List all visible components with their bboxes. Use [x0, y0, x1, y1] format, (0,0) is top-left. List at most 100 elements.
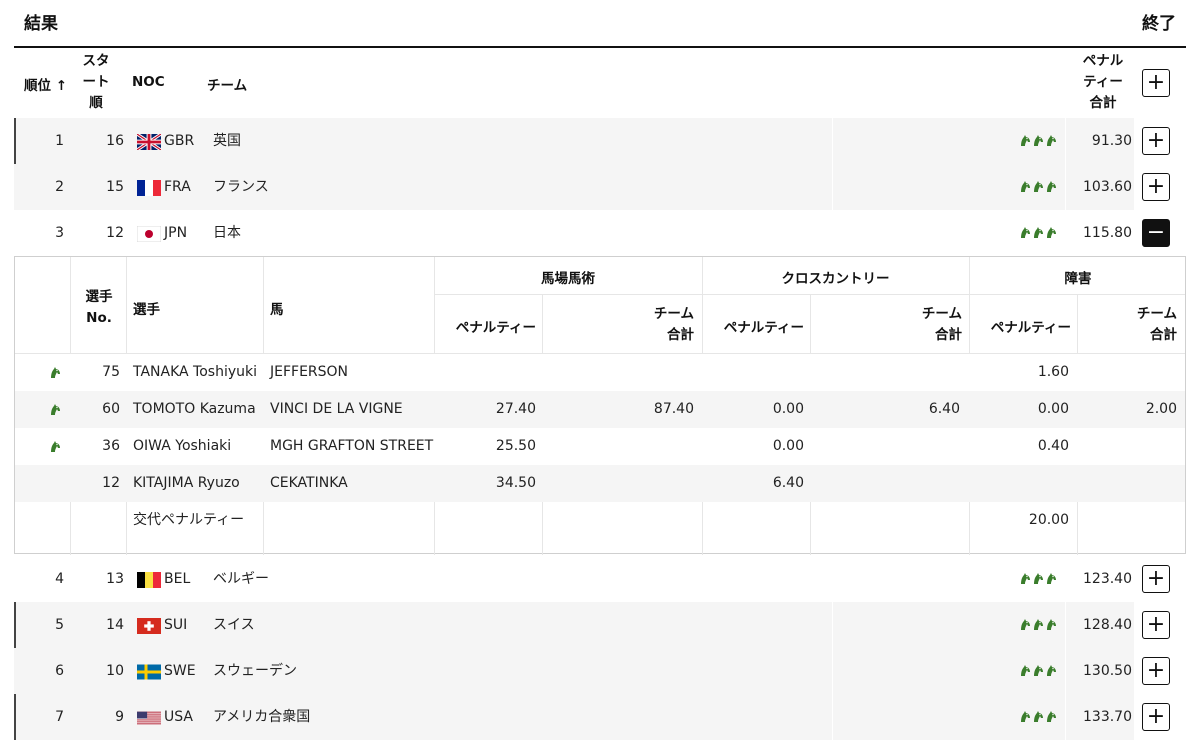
athlete-xc-tot-cell	[810, 428, 960, 465]
athlete-horse-cell: CEKATINKA	[270, 475, 348, 491]
table-header: 順位 ↑ スタ ート順 NOC チーム ペナル ティー 合計 +	[14, 48, 1186, 118]
athlete-dr-pen-cell: 27.40	[495, 401, 536, 417]
horse-icon	[1034, 711, 1043, 722]
horse-icon	[1021, 573, 1030, 584]
expand-button[interactable]: +	[1142, 127, 1170, 155]
noc-cell: FRA	[164, 179, 191, 195]
athlete-xc-pen-cell	[702, 354, 804, 391]
penalty-total-cell: 128.40	[1083, 617, 1132, 633]
team-name-cell: スウェーデン	[213, 663, 297, 679]
counting-horses	[1019, 664, 1057, 678]
athlete-sj-tot-cell	[1077, 428, 1177, 465]
team-name-cell: アメリカ合衆国	[213, 709, 311, 725]
horse-icon	[1034, 181, 1043, 192]
horse-icon	[1021, 665, 1030, 676]
horse-icon	[51, 404, 60, 415]
rank-cell: 3	[55, 225, 64, 241]
athlete-xc-pen-cell: 6.40	[772, 475, 804, 491]
noc-cell: USA	[164, 709, 193, 725]
team-row[interactable]: 2 15 FRA フランス 103.60 +	[14, 164, 1186, 210]
athlete-xc-tot-cell	[810, 465, 960, 502]
athlete-sj-tot-cell	[1077, 465, 1177, 502]
detail-header-dressage-penalty: ペナルティー	[455, 320, 536, 336]
athlete-no-cell: 75	[102, 364, 120, 380]
counting-horses	[1019, 710, 1057, 724]
team-row[interactable]: 3 12 JPN 日本 115.80−	[14, 210, 1186, 256]
substitution-penalty-label: 交代ペナルティー	[133, 512, 245, 528]
counting-horses	[1019, 180, 1057, 194]
column-header-penalty-total: ペナル ティー 合計	[1082, 53, 1124, 111]
athlete-xc-tot-cell: 6.40	[928, 401, 960, 417]
horse-icon	[1021, 135, 1030, 146]
rank-cell: 7	[55, 709, 64, 725]
horse-icon	[1021, 619, 1030, 630]
team-row[interactable]: 1 16 GBR 英国 91.30 +	[14, 118, 1186, 164]
team-name-cell: 日本	[213, 225, 241, 241]
start-order-cell: 15	[106, 179, 124, 195]
noc-cell: BEL	[164, 571, 191, 587]
team-row[interactable]: 6 10 SWE スウェーデン 130.50 +	[14, 648, 1186, 694]
athlete-sj-pen-cell	[969, 465, 1069, 502]
athlete-no-cell: 60	[102, 401, 120, 417]
flag-icon	[137, 180, 161, 196]
team-row[interactable]: 4 13 BEL ベルギー 123.40 +	[14, 556, 1186, 602]
detail-header-dressage-total: チーム 合計	[653, 306, 694, 343]
flag-icon	[137, 572, 161, 588]
flag-icon	[137, 664, 161, 680]
expand-button[interactable]: +	[1142, 173, 1170, 201]
horse-icon	[1021, 711, 1030, 722]
horse-icon	[1047, 573, 1056, 584]
status-label: 終了	[1142, 14, 1176, 34]
penalty-total-cell: 91.30	[1091, 133, 1132, 149]
horse-icon	[51, 367, 60, 378]
horse-icon	[1047, 665, 1056, 676]
results-header: 結果 終了	[0, 0, 1200, 46]
start-order-cell: 9	[115, 709, 124, 725]
athlete-horse-cell: VINCI DE LA VIGNE	[270, 401, 403, 417]
detail-header-dressage: 馬場馬術	[541, 271, 595, 287]
noc-cell: JPN	[164, 225, 188, 241]
flag-icon	[137, 710, 161, 726]
detail-header-jumping-total: チーム 合計	[1136, 306, 1177, 343]
athlete-name-cell: TOMOTO Kazuma	[133, 401, 256, 417]
horse-icon	[51, 441, 60, 452]
start-order-cell: 13	[106, 571, 124, 587]
expand-all-button[interactable]: +	[1142, 69, 1170, 97]
counted-horse-marker	[49, 403, 61, 420]
penalty-total-cell: 115.80	[1083, 225, 1132, 241]
athlete-dr-pen-cell: 34.50	[495, 475, 536, 491]
horse-icon	[1034, 227, 1043, 238]
detail-header-jumping: 障害	[1064, 271, 1092, 287]
rank-cell: 4	[55, 571, 64, 587]
athlete-dr-pen-cell: 25.50	[495, 438, 536, 454]
team-name-cell: フランス	[213, 179, 269, 195]
team-row[interactable]: 7 9 USA アメリカ合衆国 133.70 +	[14, 694, 1186, 740]
counting-horses	[1019, 572, 1057, 586]
expand-button[interactable]: +	[1142, 657, 1170, 685]
athlete-dr-tot-cell: 87.40	[653, 401, 694, 417]
horse-icon	[1021, 227, 1030, 238]
flag-icon	[137, 618, 161, 634]
collapse-button[interactable]: −	[1142, 219, 1170, 247]
detail-header-cross-country: クロスカントリー	[781, 271, 890, 287]
noc-cell: SWE	[164, 663, 196, 679]
rank-cell: 1	[55, 133, 64, 149]
column-header-rank[interactable]: 順位 ↑	[24, 74, 67, 94]
expand-button[interactable]: +	[1142, 703, 1170, 731]
start-order-cell: 12	[106, 225, 124, 241]
detail-header-jumping-penalty: ペナルティー	[990, 320, 1071, 336]
athlete-dr-pen-cell	[434, 354, 536, 391]
athlete-name-cell: OIWA Yoshiaki	[133, 438, 232, 454]
athlete-xc-pen-cell: 0.00	[772, 401, 804, 417]
start-order-cell: 14	[106, 617, 124, 633]
team-name-cell: スイス	[213, 617, 255, 633]
counted-horse-marker	[49, 440, 61, 457]
expand-button[interactable]: +	[1142, 611, 1170, 639]
athlete-horse-cell: MGH GRAFTON STREET	[270, 438, 434, 454]
team-row[interactable]: 5 14 SUI スイス 128.40 +	[14, 602, 1186, 648]
expand-button[interactable]: +	[1142, 565, 1170, 593]
team-name-cell: ベルギー	[213, 571, 269, 587]
horse-icon	[1034, 573, 1043, 584]
detail-header-horse: 馬	[270, 302, 284, 318]
athlete-no-cell: 12	[102, 475, 120, 491]
